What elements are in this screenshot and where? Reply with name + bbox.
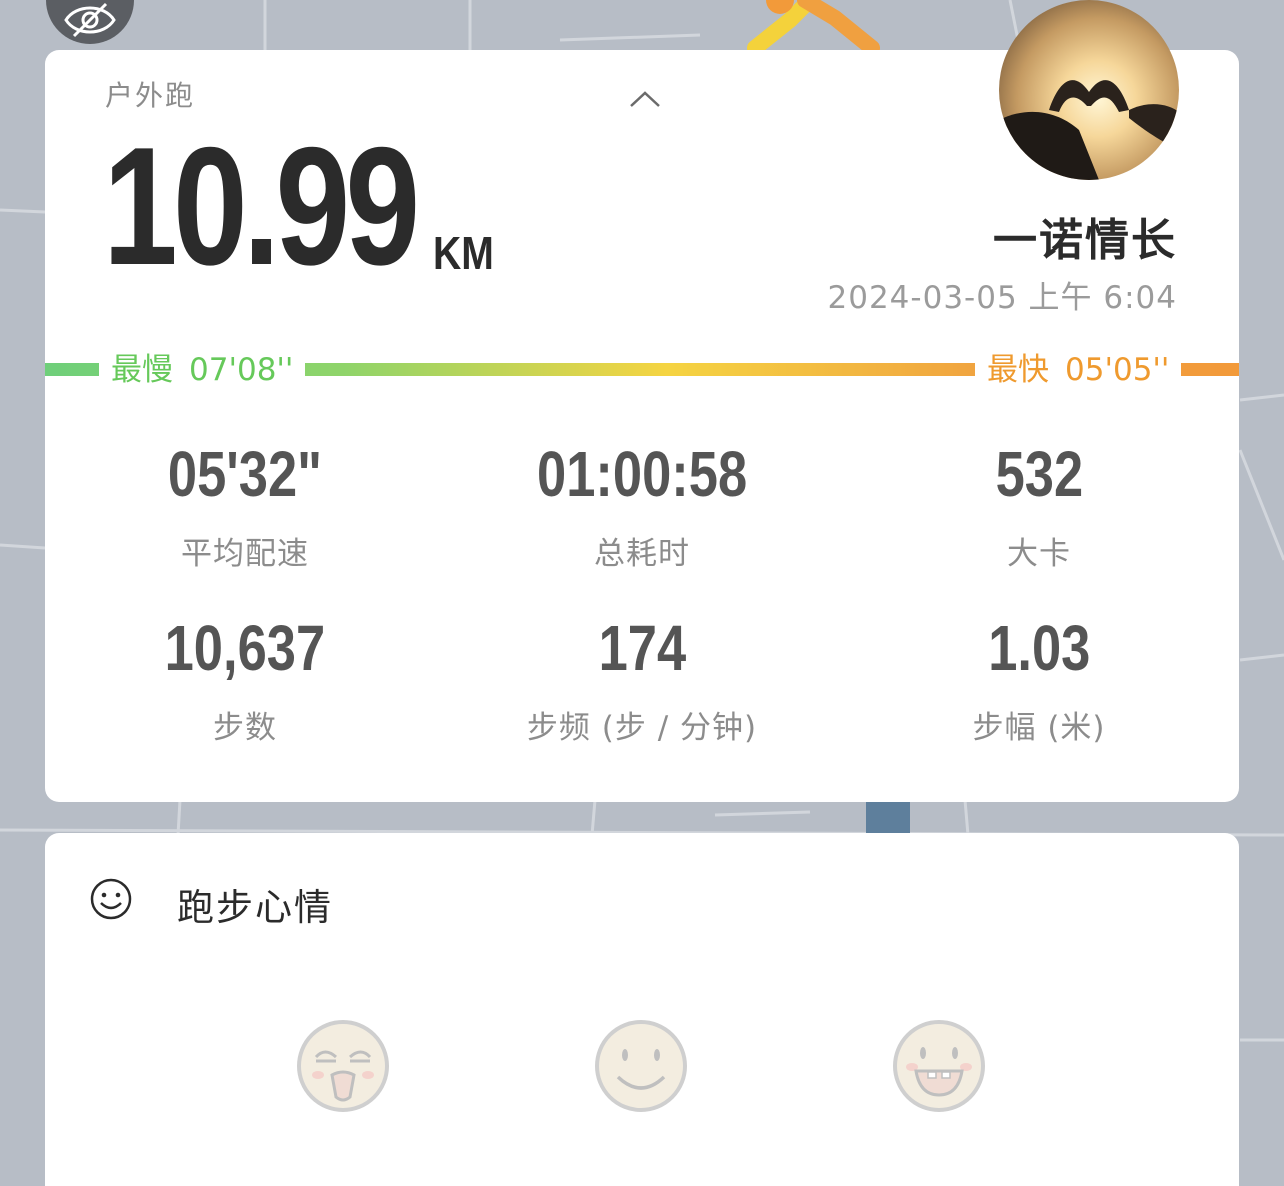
fastest-pace-label: 最快 <box>987 352 1049 388</box>
fastest-pace-value: 05'05'' <box>1065 352 1170 388</box>
distance-value: 10.99 <box>103 112 420 300</box>
slowest-pace-label: 最慢 <box>111 352 173 388</box>
stat-avg-pace: 05'32" 平均配速 <box>45 442 445 573</box>
stat-label: 平均配速 <box>181 536 309 572</box>
eye-slash-icon <box>64 2 116 38</box>
stat-value: 1.03 <box>987 612 1091 684</box>
run-datetime: 2024-03-05 上午 6:04 <box>827 280 1177 316</box>
mood-title: 跑步心情 <box>177 886 333 929</box>
stat-label: 步幅 (米) <box>972 710 1106 746</box>
run-summary-card: 户外跑 10.99 KM 一诺情长 2024-03-05 上午 6:04 最慢 0… <box>45 0 1239 802</box>
stat-cadence: 174 步频 (步 / 分钟) <box>442 616 842 747</box>
distance-unit: KM <box>433 227 494 279</box>
slowest-pace: 最慢 07'08'' <box>99 350 306 390</box>
stat-calories: 532 大卡 <box>839 442 1239 573</box>
stat-value: 05'32" <box>167 438 323 510</box>
stat-total-time: 01:00:58 总耗时 <box>442 442 842 573</box>
stat-value: 532 <box>995 438 1083 510</box>
exhausted-face-icon[interactable] <box>296 1019 390 1113</box>
stat-label: 总耗时 <box>594 536 690 572</box>
avatar[interactable] <box>999 0 1179 180</box>
stat-steps: 10,637 步数 <box>45 616 445 747</box>
sport-type-label: 户外跑 <box>105 79 196 112</box>
grin-face-icon[interactable] <box>892 1019 986 1113</box>
stat-value: 10,637 <box>164 612 326 684</box>
fastest-pace: 最快 05'05'' <box>975 350 1182 390</box>
stat-label: 大卡 <box>1007 536 1071 572</box>
smile-face-icon[interactable] <box>594 1019 688 1113</box>
stat-label: 步频 (步 / 分钟) <box>526 710 758 746</box>
run-mood-card: 跑步心情 <box>45 833 1239 1186</box>
stat-value: 174 <box>598 612 686 684</box>
slowest-pace-value: 07'08'' <box>189 352 294 388</box>
stat-value: 01:00:58 <box>536 438 748 510</box>
stat-stride: 1.03 步幅 (米) <box>839 616 1239 747</box>
smiley-icon <box>90 878 132 920</box>
username: 一诺情长 <box>993 215 1177 266</box>
stat-label: 步数 <box>213 710 277 746</box>
chevron-up-icon[interactable] <box>629 90 661 108</box>
